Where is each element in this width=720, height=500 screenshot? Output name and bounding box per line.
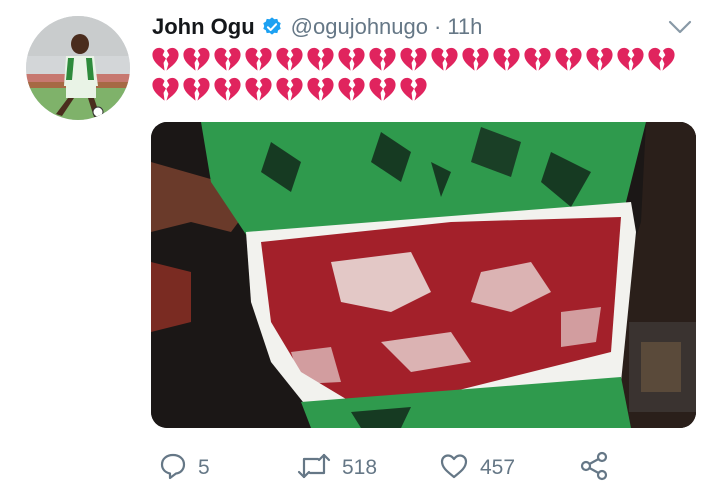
chevron-down-icon[interactable] [666,14,694,40]
tweet-actions: 5 518 457 [150,448,710,488]
broken-heart-icon [274,74,305,104]
broken-hearts-row-2 [150,74,690,104]
broken-heart-icon [336,74,367,104]
broken-heart-icon [150,44,181,74]
verified-badge-icon [261,16,283,38]
broken-heart-icon [305,44,336,74]
like-count: 457 [480,456,516,479]
share-button[interactable] [578,448,610,488]
reply-button[interactable]: 5 [158,448,210,488]
avatar-photo [26,16,130,120]
broken-heart-icon [398,74,429,104]
broken-heart-icon [274,44,305,74]
heart-icon [438,451,470,486]
broken-heart-icon [181,74,212,104]
bloodied-flag-photo [151,122,696,428]
broken-heart-icon [336,44,367,74]
broken-heart-icon [150,74,181,104]
broken-heart-icon [212,74,243,104]
broken-heart-icon [398,44,429,74]
broken-heart-icon [367,44,398,74]
broken-hearts-row-1 [150,44,690,74]
tweet-image[interactable] [151,122,696,428]
broken-heart-icon [646,44,677,74]
share-icon [578,450,610,487]
retweet-count: 518 [342,456,378,479]
broken-heart-icon [460,44,491,74]
broken-heart-icon [584,44,615,74]
broken-heart-icon [305,74,336,104]
reply-icon [158,451,188,486]
reply-count: 5 [198,456,210,479]
broken-heart-icon [429,44,460,74]
broken-heart-icon [243,44,274,74]
broken-heart-icon [212,44,243,74]
tweet-text [150,44,690,104]
display-name[interactable]: John Ogu [152,14,255,40]
avatar[interactable] [26,16,130,120]
user-handle[interactable]: @ogujohnugo [291,14,428,40]
retweet-icon [296,451,332,486]
broken-heart-icon [367,74,398,104]
broken-heart-icon [522,44,553,74]
retweet-button[interactable]: 518 [296,448,377,488]
broken-heart-icon [243,74,274,104]
separator-dot: · [434,14,442,39]
broken-heart-icon [615,44,646,74]
tweet-header: John Ogu @ogujohnugo · 11h [152,10,482,44]
broken-heart-icon [553,44,584,74]
broken-heart-icon [491,44,522,74]
broken-heart-icon [181,44,212,74]
timestamp[interactable]: 11h [447,14,482,40]
like-button[interactable]: 457 [438,448,515,488]
